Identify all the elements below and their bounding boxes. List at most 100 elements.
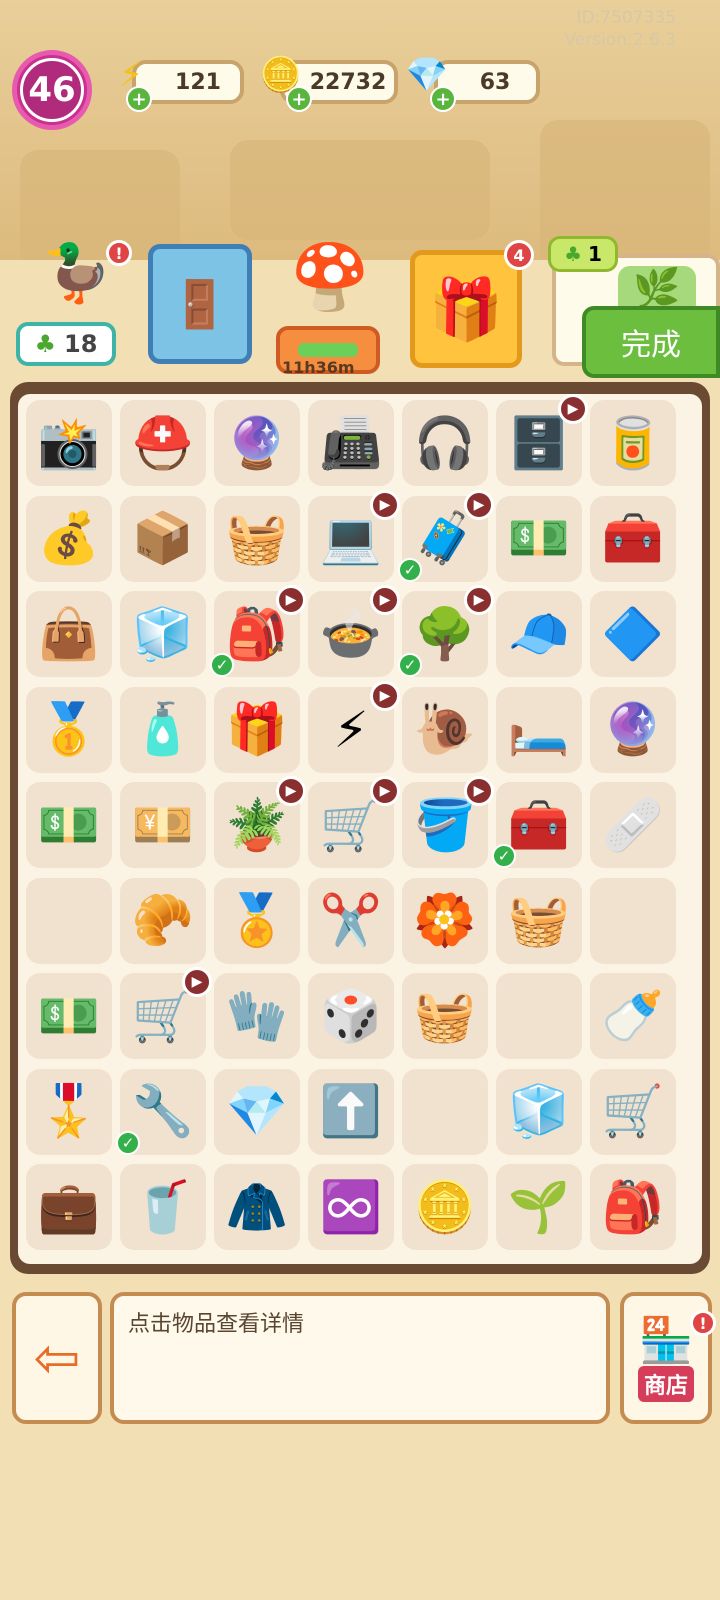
board-item[interactable]: ⬆️ (308, 1069, 394, 1155)
version-label: Version:2.6.3 (564, 30, 677, 50)
board-item[interactable]: ⛑️ (120, 400, 206, 486)
board-item[interactable]: 💴 (120, 782, 206, 868)
done-label: 完成 (621, 328, 681, 363)
alert-icon: ! (106, 240, 132, 266)
play-arrow-icon: ▶ (464, 776, 494, 806)
play-arrow-icon: ▶ (182, 967, 212, 997)
board-item[interactable]: 🏅 (214, 878, 300, 964)
board-item[interactable]: 🥫 (590, 400, 676, 486)
gift-count-badge: 4 (504, 240, 534, 270)
checkmark-icon: ✓ (398, 557, 422, 582)
board-cell[interactable] (402, 1068, 488, 1155)
exit-icon: ⇦ (33, 1325, 81, 1391)
board-item[interactable]: 🐌 (402, 687, 488, 773)
clover-icon: ♣ (564, 242, 582, 266)
reward-counter: ♣ 1 (548, 236, 618, 272)
board-item[interactable]: 🌱 (496, 1164, 582, 1250)
shop-alert-icon: ! (690, 1310, 716, 1336)
play-arrow-icon: ▶ (370, 680, 400, 711)
board-item[interactable]: 🧰 (590, 496, 676, 582)
board-cell[interactable] (590, 877, 676, 964)
store-icon: 🏪 (638, 1315, 694, 1366)
board-item[interactable]: 📸 (26, 400, 112, 486)
board-item[interactable]: 🛒 (590, 1069, 676, 1155)
player-id: ID:7507335 (576, 8, 676, 28)
board-item[interactable]: 🎒 (590, 1164, 676, 1250)
add-energy-button[interactable]: + (126, 86, 152, 112)
play-arrow-icon: ▶ (464, 585, 494, 615)
checkmark-icon: ✓ (398, 653, 422, 677)
energy-value: 121 (175, 69, 221, 95)
board-item[interactable]: 🧊 (496, 1069, 582, 1155)
checkmark-icon: ✓ (492, 844, 516, 868)
gift-count: 4 (513, 245, 525, 265)
board-item[interactable]: 🔮 (214, 400, 300, 486)
board-cell[interactable] (26, 877, 112, 964)
background-table (230, 140, 490, 240)
checkmark-icon: ✓ (116, 1130, 140, 1155)
play-arrow-icon: ▶ (558, 394, 588, 424)
board-item[interactable]: 🎖️ (26, 1069, 112, 1155)
board-item[interactable]: 🥤 (120, 1164, 206, 1250)
play-arrow-icon: ▶ (276, 585, 306, 615)
coin-value: 22732 (309, 69, 387, 95)
done-button[interactable]: 完成 (582, 306, 720, 378)
add-gems-button[interactable]: + (430, 86, 456, 112)
duck-reward-counter: ♣ 18 (16, 322, 116, 366)
board-item[interactable]: 💵 (26, 782, 112, 868)
board-item[interactable]: 🧤 (214, 973, 300, 1059)
play-arrow-icon: ▶ (370, 776, 400, 806)
info-text: 点击物品查看详情 (128, 1312, 305, 1337)
board-item[interactable]: 🧢 (496, 591, 582, 677)
board-item[interactable]: 🔮 (590, 687, 676, 773)
board-item[interactable]: 💵 (26, 973, 112, 1059)
board-item[interactable]: 🧊 (120, 591, 206, 677)
board-item[interactable]: 🎧 (402, 400, 488, 486)
checkmark-icon: ✓ (210, 653, 234, 677)
board-item[interactable]: 🩹 (590, 782, 676, 868)
board-item[interactable]: 💼 (26, 1164, 112, 1250)
board-item[interactable]: 🍼 (590, 973, 676, 1059)
exit-button[interactable]: ⇦ (12, 1292, 102, 1424)
board-item[interactable]: 🧺 (214, 496, 300, 582)
duck-count: 18 (64, 330, 98, 358)
board-item[interactable]: 📠 (308, 400, 394, 486)
board-item[interactable]: 💵 (496, 496, 582, 582)
board-item[interactable]: 🧺 (496, 878, 582, 964)
shop-label: 商店 (637, 1366, 694, 1402)
board-item[interactable]: 🥐 (120, 878, 206, 964)
add-coins-button[interactable]: + (286, 86, 312, 112)
board-item[interactable]: 🔷 (590, 591, 676, 677)
board-item[interactable]: 🪙 (402, 1164, 488, 1250)
board-item[interactable]: 🧥 (214, 1164, 300, 1250)
board-item[interactable]: 🏵️ (402, 878, 488, 964)
board-item[interactable]: 🎁 (214, 687, 300, 773)
board-item[interactable]: 🧴 (120, 687, 206, 773)
reward-count: 1 (588, 242, 602, 266)
board-item[interactable]: 🧺 (402, 973, 488, 1059)
mushroom-character[interactable]: 🍄 (282, 240, 378, 330)
item-info-panel: 点击物品查看详情 (110, 1292, 610, 1424)
timer-progress-bar (298, 343, 358, 357)
play-arrow-icon: ▶ (370, 489, 400, 520)
gem-value: 63 (479, 69, 511, 95)
board-item[interactable]: 🎲 (308, 973, 394, 1059)
level-badge[interactable]: 46 (12, 50, 92, 130)
gift-card-stack[interactable]: 🎁 (410, 250, 522, 368)
board-item[interactable]: 💎 (214, 1069, 300, 1155)
board-item[interactable]: 📦 (120, 496, 206, 582)
board-item[interactable]: 🛏️ (496, 687, 582, 773)
level-value: 46 (28, 70, 76, 110)
board-item[interactable]: ♾️ (308, 1164, 394, 1250)
mushroom-timer: 11h36m (282, 358, 355, 377)
board-item[interactable]: ✂️ (308, 878, 394, 964)
play-arrow-icon: ▶ (464, 489, 494, 520)
board-item[interactable]: 💰 (26, 496, 112, 582)
play-arrow-icon: ▶ (370, 585, 400, 615)
board-item[interactable]: 👜 (26, 591, 112, 677)
board-item[interactable]: 🥇 (26, 687, 112, 773)
clover-icon: ♣ (34, 330, 57, 358)
play-arrow-icon: ▶ (276, 776, 306, 806)
board-cell[interactable] (496, 973, 582, 1059)
help-door-card[interactable]: 🚪 (148, 244, 252, 364)
